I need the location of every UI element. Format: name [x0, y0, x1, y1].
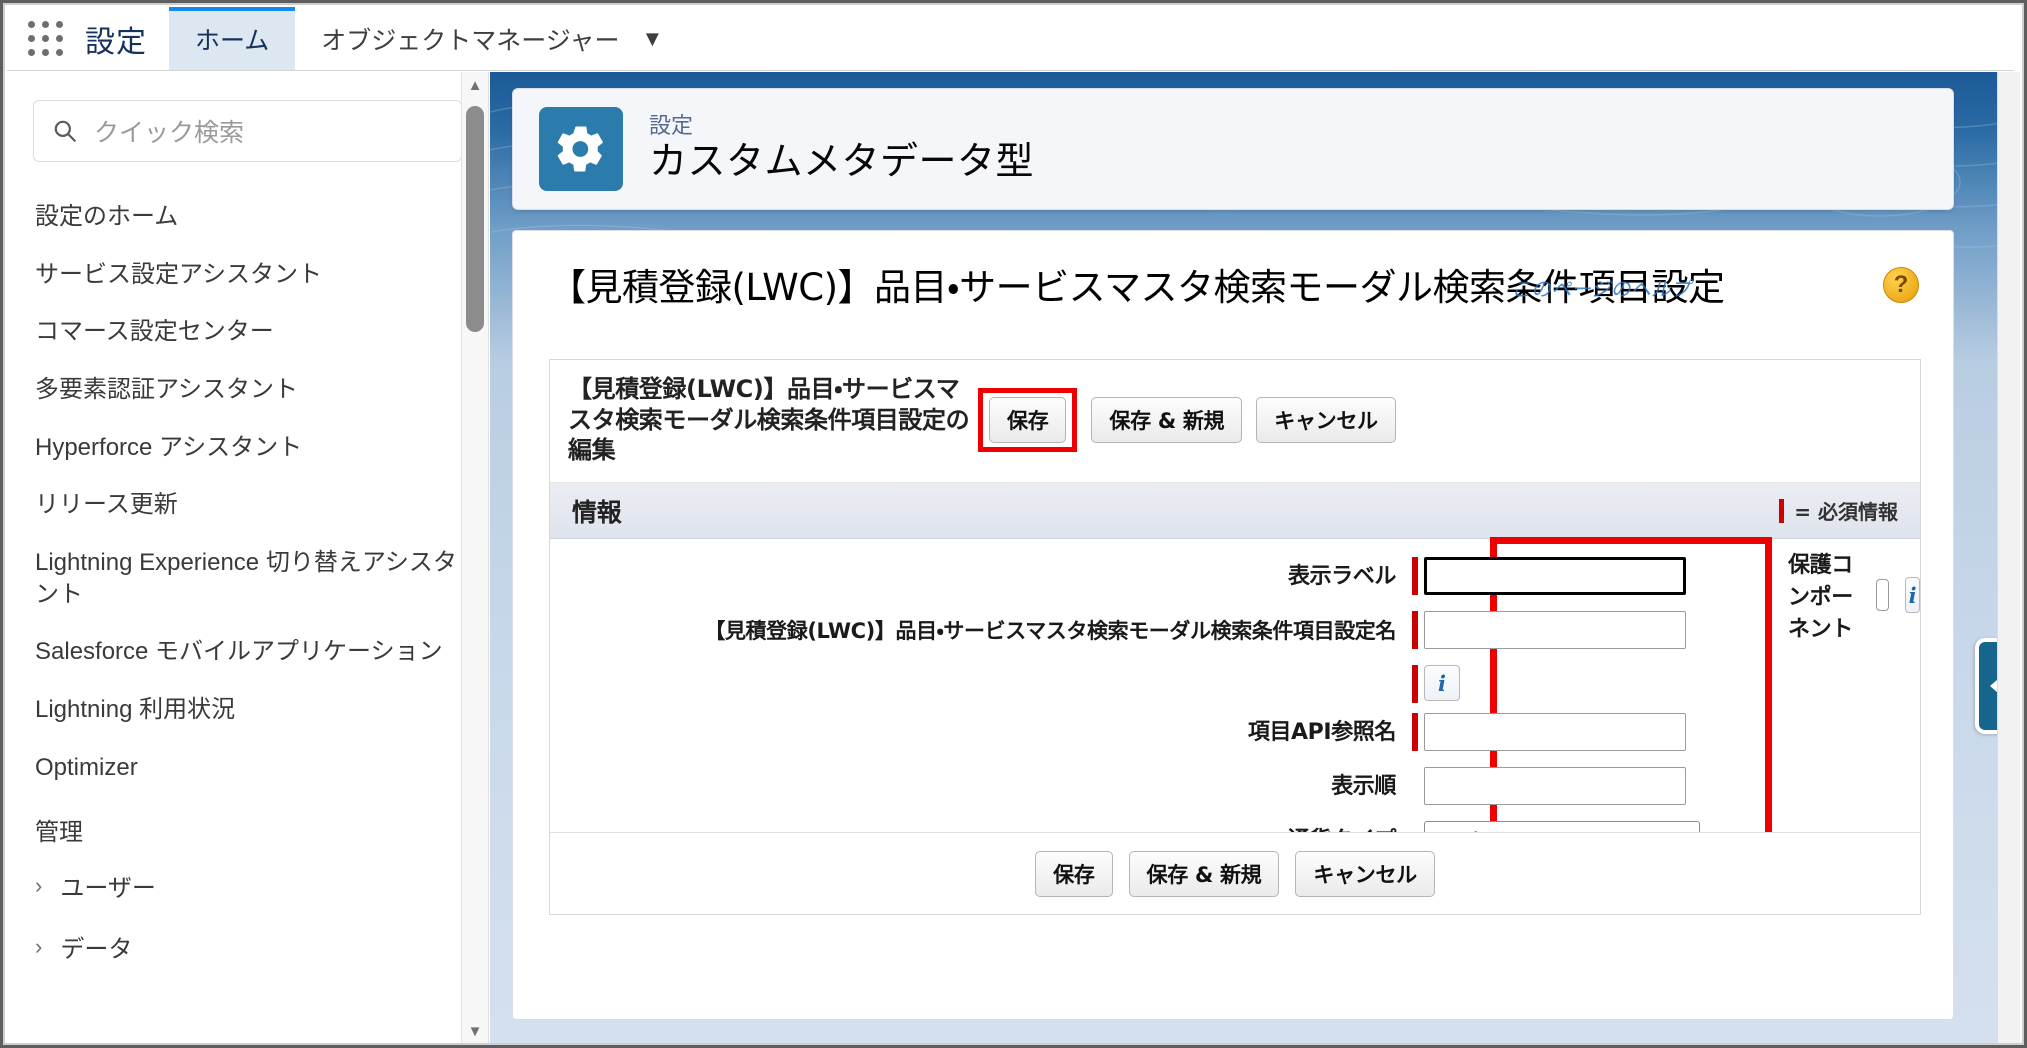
chevron-right-icon: ›: [35, 872, 43, 898]
sidebar-item-users-label: ユーザー: [60, 875, 156, 903]
tab-object-manager-label: オブジェクトマネージャー: [321, 26, 620, 55]
sidebar-item-release-updates[interactable]: リリース更新: [7, 476, 488, 534]
main-content: 設定 カスタムメタデータ型 【見積登録(LWC)】品目・サービスマスタ検索モーダ…: [490, 72, 2014, 1044]
information-section-bar: 情報 = 必須情報: [550, 483, 1920, 540]
edit-form-panel: 【見積登録(LWC)】品目・サービスマスタ検索モーダル検索条件項目設定の編集 保…: [549, 359, 1921, 915]
information-section-title: 情報: [572, 497, 622, 527]
display-order-input[interactable]: [1424, 767, 1686, 806]
field-label-display-label: 表示ラベル: [1287, 564, 1396, 590]
field-control-record-name-info: i: [1412, 665, 1460, 704]
sidebar-item-optimizer[interactable]: Optimizer: [7, 739, 488, 797]
field-label-protected-component: 保護コンポーネント: [1788, 553, 1853, 643]
edit-panel-heading: 【見積登録(LWC)】品目・サービスマスタ検索モーダル検索条件項目設定の編集: [568, 375, 970, 465]
help-link-ghost-text[interactable]: このページのヘルプ: [1510, 273, 1696, 302]
info-icon[interactable]: i: [1424, 665, 1460, 702]
field-row-record-name-info: i: [550, 665, 1920, 713]
search-input[interactable]: クイック検索: [33, 100, 462, 162]
sidebar-item-lex-transition-assistant[interactable]: Lightning Experience 切り替えアシスタント: [7, 534, 488, 623]
save-button-bottom[interactable]: 保存: [1035, 850, 1113, 897]
chevron-right-icon: ›: [35, 933, 43, 959]
info-icon[interactable]: i: [1905, 577, 1920, 614]
edit-panel-top-buttons: 保存 保存 & 新規 キャンセル: [978, 388, 1396, 453]
scroll-down-arrow-icon[interactable]: ▼: [462, 1018, 488, 1044]
sidebar-item-commerce-setup-center[interactable]: コマース設定センター: [7, 303, 488, 361]
sidebar-item-data-label: データ: [60, 936, 133, 964]
field-control-field-api-name: [1412, 713, 1686, 752]
tab-object-manager[interactable]: オブジェクトマネージャー ▼: [295, 7, 689, 70]
field-row-protected-component: 保護コンポーネント i: [1788, 547, 1920, 643]
app-launcher-grid-icon: [27, 21, 63, 56]
save-and-new-button-top[interactable]: 保存 & 新規: [1091, 397, 1243, 444]
field-control-display-order: [1412, 767, 1686, 806]
required-legend: = 必須情報: [1779, 496, 1898, 525]
save-and-new-button-bottom[interactable]: 保存 & 新規: [1128, 850, 1280, 897]
tab-home-label: ホーム: [195, 26, 270, 55]
page-header-eyebrow: 設定: [649, 113, 694, 138]
sidebar-item-mfa-assistant[interactable]: 多要素認証アシスタント: [7, 361, 488, 419]
quick-find-wrap: クイック検索: [7, 72, 488, 172]
record-name-input[interactable]: [1424, 611, 1686, 650]
page-header-text: 設定 カスタムメタデータ型: [649, 113, 1035, 184]
field-row-display-order: 表示順: [550, 767, 1920, 821]
field-control-display-label: [1412, 557, 1686, 596]
record-content-card: 【見積登録(LWC)】品目・サービスマスタ検索モーダル検索条件項目設定 このペー…: [512, 230, 1954, 1020]
sidebar-item-hyperforce-assistant[interactable]: Hyperforce アシスタント: [7, 419, 488, 477]
sidebar-item-users[interactable]: › ユーザー: [7, 855, 488, 916]
required-marker-icon: [1412, 665, 1418, 704]
field-row-display-label: 表示ラベル: [550, 557, 1920, 611]
app-launcher-button[interactable]: [7, 7, 83, 70]
tab-home[interactable]: ホーム: [169, 7, 296, 70]
help-question-icon[interactable]: ?: [1883, 267, 1919, 303]
scroll-up-arrow-icon[interactable]: ▲: [462, 72, 488, 98]
protected-component-checkbox[interactable]: [1876, 579, 1890, 612]
required-marker-icon: [1412, 713, 1418, 752]
setup-sidebar: クイック検索 設定のホーム サービス設定アシスタント コマース設定センター 多要…: [7, 72, 489, 1044]
field-row-field-api-name: 項目API参照名: [550, 713, 1920, 767]
sidebar-section-administration: 管理: [35, 819, 83, 847]
required-marker-icon: [1779, 498, 1785, 523]
sidebar-item-salesforce-mobile-app[interactable]: Salesforce モバイルアプリケーション: [7, 623, 488, 681]
required-legend-label: = 必須情報: [1794, 500, 1898, 525]
sidebar-item-lightning-usage[interactable]: Lightning 利用状況: [7, 681, 488, 739]
sidebar-scrollbar-thumb[interactable]: [466, 106, 484, 332]
display-label-input[interactable]: [1424, 557, 1686, 596]
app-name-label: 設定: [85, 25, 147, 59]
sidebar-scrollbar[interactable]: ▲ ▼: [461, 72, 488, 1044]
page-header-card: 設定 カスタムメタデータ型: [512, 88, 1954, 210]
edit-panel-footer: 保存 保存 & 新規 キャンセル: [550, 832, 1920, 914]
cancel-button-bottom[interactable]: キャンセル: [1295, 850, 1435, 897]
field-control-record-name: [1412, 611, 1686, 650]
record-title-row: 【見積登録(LWC)】品目・サービスマスタ検索モーダル検索条件項目設定 このペー…: [513, 231, 1953, 309]
required-marker-placeholder: [1412, 767, 1418, 805]
search-placeholder: クイック検索: [94, 119, 245, 147]
sidebar-item-setup-home[interactable]: 設定のホーム: [7, 188, 488, 246]
sidebar-nav-list: 設定のホーム サービス設定アシスタント コマース設定センター 多要素認証アシスタ…: [7, 172, 488, 977]
chevron-down-icon[interactable]: ▼: [642, 26, 664, 52]
search-icon: [54, 120, 76, 142]
sidebar-item-service-setup-assistant[interactable]: サービス設定アシスタント: [7, 246, 488, 304]
page-title: カスタムメタデータ型: [649, 141, 1035, 184]
field-row-record-name: 【見積登録(LWC)】品目・サービスマスタ検索モーダル検索条件項目設定名: [550, 611, 1920, 665]
edit-panel-header: 【見積登録(LWC)】品目・サービスマスタ検索モーダル検索条件項目設定の編集 保…: [550, 360, 1920, 484]
gear-icon: [539, 107, 623, 191]
cancel-button-top[interactable]: キャンセル: [1256, 397, 1396, 444]
required-marker-icon: [1412, 557, 1418, 596]
sidebar-item-data[interactable]: › データ: [7, 916, 488, 977]
field-label-display-order: 表示順: [1331, 774, 1396, 800]
field-api-name-input[interactable]: [1424, 713, 1686, 752]
global-header: 設定 ホーム オブジェクトマネージャー ▼: [7, 7, 2014, 71]
field-label-field-api-name: 項目API参照名: [1247, 720, 1397, 746]
field-label-record-name: 【見積登録(LWC)】品目・サービスマスタ検索モーダル検索条件項目設定名: [704, 619, 1396, 644]
save-button-top[interactable]: 保存: [989, 397, 1067, 444]
save-button-highlight: 保存: [978, 388, 1078, 453]
app-screen: 設定 ホーム オブジェクトマネージャー ▼ クイック検索 設定のホーム サービス…: [0, 0, 2027, 1048]
page-scrollbar[interactable]: [1997, 72, 2020, 1044]
required-marker-icon: [1412, 611, 1418, 650]
